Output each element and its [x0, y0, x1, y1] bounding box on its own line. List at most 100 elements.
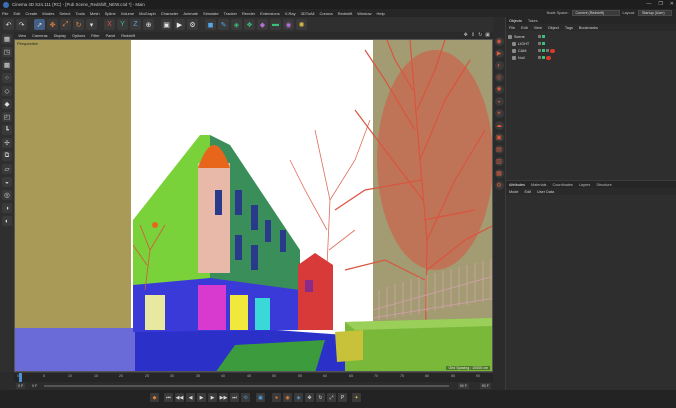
- subdivision-icon[interactable]: ◈: [231, 19, 242, 30]
- menu-spline[interactable]: Spline: [105, 11, 116, 16]
- locked-workplane-icon[interactable]: ◒: [2, 177, 12, 187]
- menu-select[interactable]: Select: [59, 11, 70, 16]
- rs-sun-icon[interactable]: ☀: [494, 109, 504, 118]
- next-frame-icon[interactable]: ▶: [208, 393, 217, 402]
- solo-icon[interactable]: ◎: [2, 190, 12, 200]
- menu-tracker[interactable]: Tracker: [224, 11, 237, 16]
- select-icon[interactable]: ➚: [34, 19, 45, 30]
- param-key-icon[interactable]: P: [338, 393, 347, 402]
- viewport-solo-icon[interactable]: ◑: [2, 203, 12, 213]
- autokey-icon[interactable]: ◉: [283, 393, 292, 402]
- loop-icon[interactable]: ⟲: [241, 393, 250, 402]
- objects-menu-tags[interactable]: Tags: [565, 26, 573, 30]
- menu-character[interactable]: Character: [161, 11, 179, 16]
- points-mode-icon[interactable]: ⁘: [2, 73, 12, 83]
- menu-edit[interactable]: Edit: [13, 11, 20, 16]
- keyframe-icon[interactable]: ◆: [150, 393, 159, 402]
- menu-redshift[interactable]: Redshift: [338, 11, 353, 16]
- uv-mode-icon[interactable]: ◰: [2, 112, 12, 122]
- workplane-icon[interactable]: ▱: [2, 164, 12, 174]
- menu-mograph[interactable]: MoGraph: [139, 11, 156, 16]
- enabled-check[interactable]: [542, 42, 545, 45]
- menu-create[interactable]: Create: [25, 11, 37, 16]
- menu-render[interactable]: Render: [242, 11, 255, 16]
- pen-icon[interactable]: ✎: [218, 19, 229, 30]
- menu-modes[interactable]: Modes: [42, 11, 54, 16]
- keyframe-selection-icon[interactable]: ◈: [294, 393, 303, 402]
- viewport-menu-display[interactable]: Display: [54, 34, 66, 38]
- menu-help[interactable]: Help: [376, 11, 384, 16]
- timeline-ruler[interactable]: 0 5 10 15 20 25 30 35 40 45 50 55 60 65 …: [14, 372, 493, 382]
- snap-icon[interactable]: ⧉: [2, 151, 12, 161]
- render-view-icon[interactable]: ▶: [174, 19, 185, 30]
- rs-dome-light-icon[interactable]: ◒: [494, 97, 504, 106]
- rs-aov-icon[interactable]: ▦: [494, 169, 504, 178]
- visibility-dot[interactable]: [538, 42, 541, 45]
- light-icon[interactable]: ✺: [296, 19, 307, 30]
- scale-key-icon[interactable]: ⤢: [327, 393, 336, 402]
- max-frame-field[interactable]: 90 F: [479, 383, 491, 389]
- rs-ipr-icon[interactable]: ▶: [494, 49, 504, 58]
- menu-corona[interactable]: Corona: [319, 11, 332, 16]
- motion-clip-icon[interactable]: ✦: [352, 393, 361, 402]
- enabled-check[interactable]: [542, 56, 545, 59]
- layout-dropdown[interactable]: Startup (User): [638, 10, 672, 16]
- tab-attributes[interactable]: Attributes: [509, 183, 525, 187]
- enabled-check[interactable]: [542, 35, 545, 38]
- rs-settings-icon[interactable]: ⚙: [494, 181, 504, 190]
- tab-structure[interactable]: Structure: [596, 183, 611, 187]
- tab-objects[interactable]: Objects: [509, 19, 522, 23]
- toggle-views-icon[interactable]: ▣: [485, 32, 490, 38]
- rotate-icon[interactable]: ↻: [73, 19, 84, 30]
- floor-icon[interactable]: ▬: [270, 19, 281, 30]
- objects-menu-bookmarks[interactable]: Bookmarks: [579, 26, 598, 30]
- enabled-check[interactable]: [542, 49, 545, 52]
- end-frame-field[interactable]: 90 F: [457, 383, 469, 389]
- prev-key-icon[interactable]: ◀◀: [175, 393, 184, 402]
- rs-render-view-icon[interactable]: ◉: [494, 37, 504, 46]
- viewport-menu-filter[interactable]: Filter: [91, 34, 99, 38]
- viewport-menu-view[interactable]: View: [18, 34, 26, 38]
- y-axis-icon[interactable]: Y: [117, 19, 128, 30]
- menu-vray[interactable]: V-Ray: [285, 11, 296, 16]
- protection-tag-icon[interactable]: [546, 49, 549, 52]
- menu-3dtoall[interactable]: 3DToAll: [301, 11, 315, 16]
- visibility-dot[interactable]: [538, 49, 541, 52]
- menu-simulate[interactable]: Simulate: [203, 11, 219, 16]
- menu-mesh[interactable]: Mesh: [90, 11, 100, 16]
- attributes-menu-user-data[interactable]: User Data: [537, 190, 554, 194]
- viewport-menu-options[interactable]: Options: [72, 34, 85, 38]
- coord-system-icon[interactable]: ⊕: [143, 19, 154, 30]
- current-frame-field[interactable]: 0 F: [30, 383, 39, 389]
- objects-menu-edit[interactable]: Edit: [521, 26, 528, 30]
- maximize-button[interactable]: ❐: [658, 1, 662, 7]
- rs-volume-icon[interactable]: ▤: [494, 145, 504, 154]
- visibility-dot[interactable]: [538, 35, 541, 38]
- object-row-cam[interactable]: CAM: [508, 47, 676, 54]
- object-row-scene[interactable]: Scene: [508, 33, 676, 40]
- orbit-icon[interactable]: ↻: [478, 32, 482, 38]
- rs-material-icon[interactable]: ◐: [494, 61, 504, 70]
- frame-range-slider[interactable]: [44, 385, 449, 387]
- camera-icon[interactable]: ◉: [283, 19, 294, 30]
- texture-mode-icon[interactable]: ▩: [2, 60, 12, 70]
- start-frame-field[interactable]: 0 F: [16, 383, 26, 389]
- position-key-icon[interactable]: ✥: [305, 393, 314, 402]
- render-settings-icon[interactable]: ⚙: [187, 19, 198, 30]
- objects-menu-object[interactable]: Object: [548, 26, 559, 30]
- make-editable-icon[interactable]: ▦: [2, 34, 12, 44]
- record-settings-icon[interactable]: ▣: [256, 393, 265, 402]
- cloner-icon[interactable]: ❖: [244, 19, 255, 30]
- dolly-icon[interactable]: ⇕: [471, 32, 475, 38]
- redshift-tag-icon[interactable]: [550, 48, 555, 53]
- rs-environment-icon[interactable]: ▥: [494, 157, 504, 166]
- pan-icon[interactable]: ✥: [464, 32, 468, 38]
- tab-layers[interactable]: Layers: [579, 183, 590, 187]
- viewport-menu-panel[interactable]: Panel: [106, 34, 116, 38]
- tab-coordinates[interactable]: Coordinates: [552, 183, 572, 187]
- tweak-mode-icon[interactable]: ✢: [2, 138, 12, 148]
- scale-icon[interactable]: ⤢: [60, 19, 71, 30]
- playhead[interactable]: [19, 373, 22, 382]
- play-icon[interactable]: ▶: [197, 393, 206, 402]
- rs-light-icon[interactable]: ✺: [494, 85, 504, 94]
